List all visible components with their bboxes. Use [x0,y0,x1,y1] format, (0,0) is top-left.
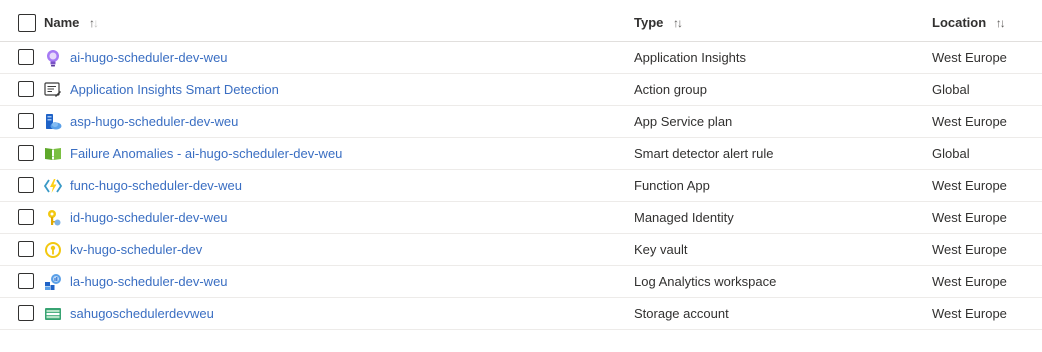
row-checkbox[interactable] [18,177,34,193]
resource-type: Smart detector alert rule [634,146,774,161]
resource-name-link[interactable]: Failure Anomalies - ai-hugo-scheduler-de… [70,146,342,162]
column-header-location[interactable]: Location ↑↓ [932,15,1006,31]
app-service-plan-icon [44,113,62,131]
resource-location: West Europe [932,306,1007,321]
resource-type: App Service plan [634,114,733,129]
table-row[interactable]: ai-hugo-scheduler-dev-weu Application In… [0,42,1042,74]
resource-location: Global [932,82,970,97]
sort-icon[interactable]: ↑↓ [996,15,1006,31]
resource-name-link[interactable]: sahugoschedulerdevweu [70,306,214,322]
action-group-icon [44,81,62,99]
resource-location: West Europe [932,210,1007,225]
column-header-name-label: Name [44,15,80,30]
resource-type: Application Insights [634,50,747,65]
managed-identity-icon [44,209,62,227]
resource-type: Action group [634,82,707,97]
table-header: Name ↑↓ Type ↑↓ Location ↑↓ [0,0,1042,42]
row-checkbox[interactable] [18,49,34,65]
resource-location: Global [932,146,970,161]
key-vault-icon [44,241,62,259]
table-row[interactable]: id-hugo-scheduler-dev-weu Managed Identi… [0,202,1042,234]
smart-detector-icon [44,145,62,163]
row-checkbox[interactable] [18,81,34,97]
resource-name-link[interactable]: kv-hugo-scheduler-dev [70,242,202,258]
resource-location: West Europe [932,274,1007,289]
column-header-type[interactable]: Type ↑↓ [634,15,683,31]
column-header-type-label: Type [634,15,664,30]
row-checkbox[interactable] [18,273,34,289]
resource-type: Managed Identity [634,210,734,225]
application-insights-icon [44,49,62,67]
sort-ascending-icon[interactable]: ↑↓ [89,15,99,31]
row-checkbox[interactable] [18,145,34,161]
resource-type: Function App [634,178,710,193]
table-row[interactable]: la-hugo-scheduler-dev-weu Log Analytics … [0,266,1042,298]
log-analytics-icon [44,273,62,291]
row-checkbox[interactable] [18,113,34,129]
column-header-name[interactable]: Name ↑↓ [44,15,99,31]
row-checkbox[interactable] [18,209,34,225]
resource-type: Key vault [634,242,688,257]
resource-location: West Europe [932,242,1007,257]
table-row[interactable]: func-hugo-scheduler-dev-weu Function App… [0,170,1042,202]
resource-name-link[interactable]: Application Insights Smart Detection [70,82,279,98]
resource-table: Name ↑↓ Type ↑↓ Location ↑↓ ai-hugo-sche… [0,0,1042,330]
column-header-location-label: Location [932,15,987,30]
resource-name-link[interactable]: func-hugo-scheduler-dev-weu [70,178,242,194]
resource-type: Log Analytics workspace [634,274,777,289]
resource-type: Storage account [634,306,729,321]
resource-name-link[interactable]: ai-hugo-scheduler-dev-weu [70,50,228,66]
table-row[interactable]: Failure Anomalies - ai-hugo-scheduler-de… [0,138,1042,170]
resource-name-link[interactable]: la-hugo-scheduler-dev-weu [70,274,228,290]
resource-name-link[interactable]: asp-hugo-scheduler-dev-weu [70,114,238,130]
select-all-checkbox[interactable] [18,14,36,32]
storage-account-icon [44,305,62,323]
table-row[interactable]: asp-hugo-scheduler-dev-weu App Service p… [0,106,1042,138]
row-checkbox[interactable] [18,241,34,257]
resource-location: West Europe [932,178,1007,193]
table-row[interactable]: Application Insights Smart Detection Act… [0,74,1042,106]
resource-location: West Europe [932,50,1007,65]
table-row[interactable]: sahugoschedulerdevweu Storage account We… [0,298,1042,330]
resource-location: West Europe [932,114,1007,129]
row-checkbox[interactable] [18,305,34,321]
sort-icon[interactable]: ↑↓ [673,15,683,31]
resource-name-link[interactable]: id-hugo-scheduler-dev-weu [70,210,228,226]
function-app-icon [43,177,63,195]
table-row[interactable]: kv-hugo-scheduler-dev Key vault West Eur… [0,234,1042,266]
